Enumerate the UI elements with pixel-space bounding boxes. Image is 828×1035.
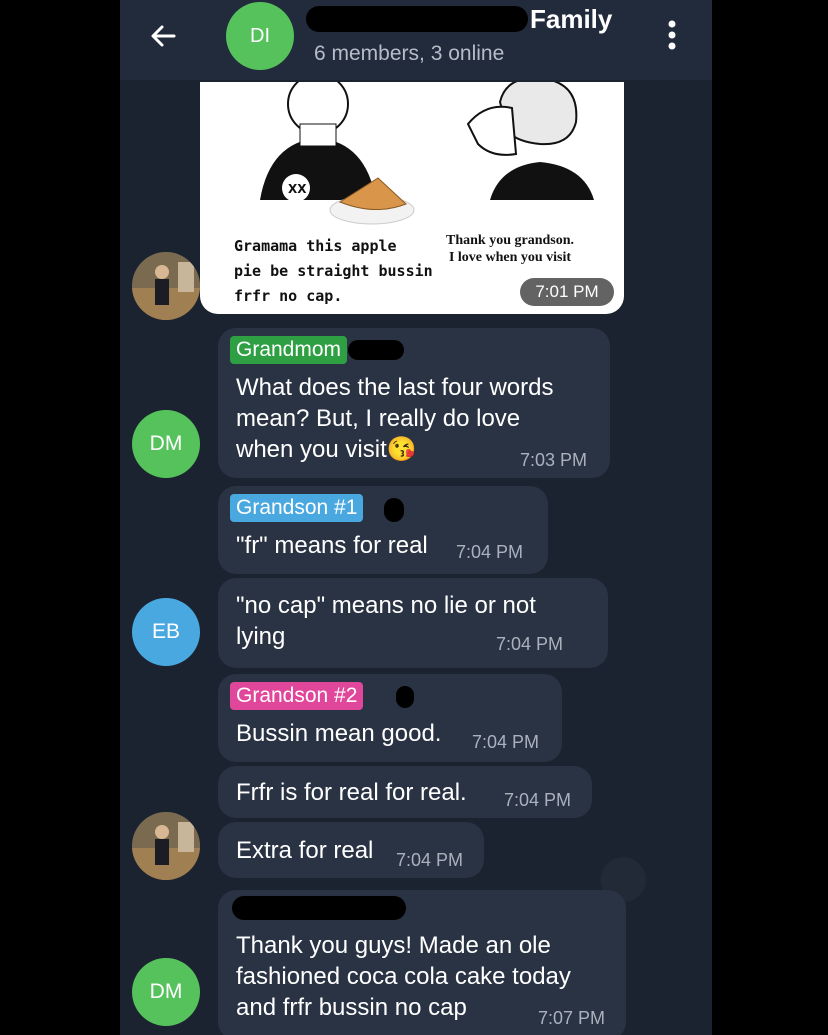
message-time: 7:04 PM <box>496 634 564 654</box>
message-bubble[interactable]: Thank you guys! Made an ole fashioned co… <box>218 890 626 1035</box>
meme-caption-right: Thank you grandson. I love when you visi… <box>446 233 575 265</box>
svg-text:XX: XX <box>288 182 307 196</box>
more-options-icon[interactable] <box>666 18 678 52</box>
sender-avatar[interactable]: DM <box>132 410 200 478</box>
message-time: 7:04 PM <box>472 732 540 752</box>
members-status: 6 members, 3 online <box>314 42 505 65</box>
chat-screen: DI Family 6 members, 3 online XX Gramama… <box>120 0 712 1035</box>
message-time: 7:04 PM <box>456 542 524 562</box>
redacted-block <box>348 340 404 360</box>
meme-illustration: XX <box>260 82 594 225</box>
message-text: Extra for real <box>236 837 374 864</box>
message-bubble[interactable]: Frfr is for real for real. 7:04 PM <box>218 766 592 818</box>
redacted-block <box>396 686 414 708</box>
message-bubble[interactable]: "no cap" means no lie or not lying 7:04 … <box>218 578 608 668</box>
message-text: "fr" means for real <box>236 532 428 559</box>
message-text: Frfr is for real for real. <box>236 779 467 806</box>
message-text: "no cap" means no lie or not lying <box>236 592 536 650</box>
sender-name: Grandson #1 <box>230 494 364 522</box>
sender-name: Grandson #2 <box>230 682 364 710</box>
message-bubble[interactable]: Grandson #1 "fr" means for real 7:04 PM <box>218 486 548 574</box>
sender-avatar[interactable]: DM <box>132 958 200 1026</box>
message-bubble[interactable]: Extra for real 7:04 PM <box>218 822 484 878</box>
sender-photo-avatar[interactable] <box>132 812 200 880</box>
redacted-title-block <box>306 6 528 32</box>
person-photo-icon <box>132 252 200 320</box>
message-time: 7:01 PM <box>520 278 614 306</box>
sender-avatar[interactable]: EB <box>132 598 200 666</box>
sender-photo-avatar[interactable] <box>132 252 200 320</box>
person-photo-icon <box>132 812 200 880</box>
message-time: 7:04 PM <box>396 850 464 870</box>
message-time: 7:07 PM <box>538 1008 606 1028</box>
back-arrow-icon[interactable] <box>144 18 184 54</box>
chat-title[interactable]: Family <box>530 4 612 35</box>
message-text: Bussin mean good. <box>236 720 442 747</box>
message-text: Thank you guys! Made an ole fashioned co… <box>236 932 571 1021</box>
meme-caption-left: Gramama this apple pie be straight bussi… <box>234 237 433 305</box>
message-bubble[interactable]: Grandmom What does the last four words m… <box>218 328 610 478</box>
message-time: 7:04 PM <box>504 790 572 810</box>
message-text: What does the last four words mean? But,… <box>236 374 554 463</box>
chat-header: DI Family 6 members, 3 online <box>120 0 712 80</box>
redacted-block <box>384 498 404 522</box>
message-time: 7:03 PM <box>520 450 588 470</box>
redacted-sender <box>232 896 406 920</box>
meme-image-message[interactable]: XX Gramama this apple pie be straight bu… <box>200 82 624 314</box>
message-bubble[interactable]: Grandson #2 Bussin mean good. 7:04 PM <box>218 674 562 762</box>
group-avatar[interactable]: DI <box>226 2 294 70</box>
sender-name: Grandmom <box>230 336 348 364</box>
